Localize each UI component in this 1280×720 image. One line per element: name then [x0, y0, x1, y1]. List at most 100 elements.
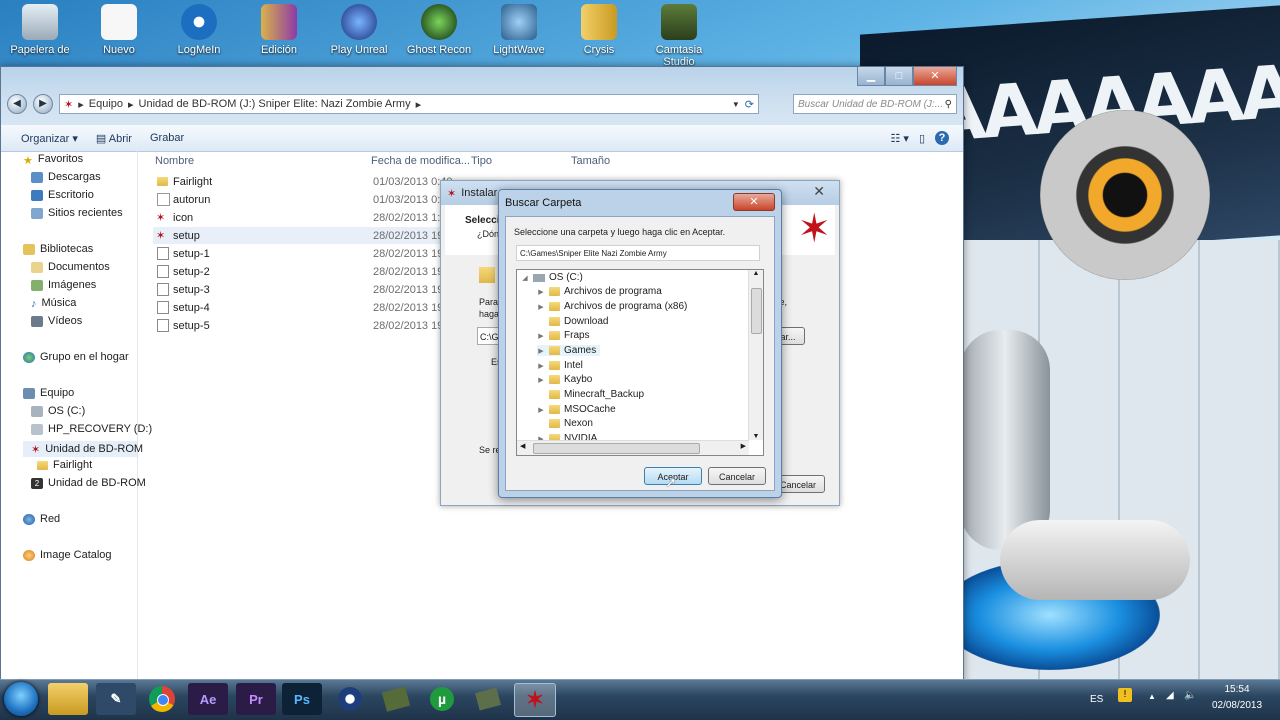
- preview-pane-icon[interactable]: ▯: [919, 132, 925, 145]
- nav-image-catalog[interactable]: Image Catalog: [23, 549, 112, 561]
- scroll-right-icon[interactable]: ▶: [741, 442, 746, 450]
- dialog-close-button[interactable]: ✕: [733, 193, 775, 211]
- nav-bdrom-selected[interactable]: ✶ Unidad de BD-ROM: [23, 441, 143, 457]
- search-box[interactable]: Buscar Unidad de BD-ROM (J:... ⚲: [793, 94, 957, 114]
- search-input[interactable]: Buscar Unidad de BD-ROM (J:...: [798, 99, 943, 110]
- taskbar-installer-active[interactable]: ✶: [514, 683, 556, 717]
- taskbar-photoshop[interactable]: Ps: [282, 683, 322, 715]
- file-row[interactable]: setup-2 28/02/2013 19:1: [153, 263, 465, 280]
- nav-network[interactable]: Red: [23, 513, 60, 525]
- taskbar-cinema4d[interactable]: [330, 683, 370, 715]
- tree-node-folder[interactable]: ▶ Archivos de programa: [537, 286, 662, 297]
- back-button[interactable]: ◀: [7, 94, 27, 114]
- file-row[interactable]: autorun 01/03/2013 0:45: [153, 191, 465, 208]
- file-row[interactable]: setup-1 28/02/2013 19:1: [153, 245, 465, 262]
- close-button[interactable]: ✕: [913, 67, 957, 86]
- nav-documents[interactable]: Documentos: [31, 261, 110, 273]
- file-row[interactable]: setup-4 28/02/2013 19:1: [153, 299, 465, 316]
- nav-drive-c[interactable]: OS (C:): [31, 405, 85, 417]
- help-icon[interactable]: ?: [935, 131, 949, 145]
- selected-path-field[interactable]: C:\Games\Sniper Elite Nazi Zombie Army: [516, 245, 760, 261]
- clock-date[interactable]: 02/08/2013: [1208, 700, 1266, 711]
- nav-desktop[interactable]: Escritorio: [31, 189, 94, 201]
- warning-icon[interactable]: !: [1118, 688, 1132, 702]
- taskbar-notepad[interactable]: ✎: [96, 683, 136, 715]
- nav-videos[interactable]: Vídeos: [31, 315, 82, 327]
- address-bar[interactable]: ✶ ▸ Equipo ▸ Unidad de BD-ROM (J:) Snipe…: [59, 94, 759, 114]
- maximize-button[interactable]: □: [885, 67, 913, 86]
- nav-fairlight[interactable]: Fairlight: [37, 459, 92, 471]
- start-button[interactable]: [4, 682, 38, 716]
- scroll-thumb[interactable]: [751, 288, 762, 334]
- desktop-icon-nuevo[interactable]: Nuevo: [80, 2, 158, 56]
- file-row[interactable]: ✶ icon 28/02/2013 1:51: [153, 209, 465, 226]
- desktop-icon-edicion[interactable]: Edición: [240, 2, 318, 56]
- nav-libraries[interactable]: Bibliotecas: [23, 243, 93, 255]
- nav-homegroup[interactable]: Grupo en el hogar: [23, 351, 129, 363]
- clock-time[interactable]: 15:54: [1212, 684, 1262, 695]
- tree-node-folder[interactable]: Download: [537, 316, 608, 327]
- tree-node-folder[interactable]: ▶ MSOCache: [537, 404, 615, 415]
- taskbar-after-effects[interactable]: Ae: [188, 683, 228, 715]
- desktop-icon-play-unreal[interactable]: Play Unreal: [320, 2, 398, 56]
- desktop-icon-camtasia[interactable]: Camtasia Studio: [640, 2, 718, 68]
- column-header-type[interactable]: Tipo: [471, 155, 492, 167]
- volume-icon[interactable]: 🔈: [1184, 690, 1196, 701]
- nav-downloads[interactable]: Descargas: [31, 171, 101, 183]
- desktop-icon-ghost-recon[interactable]: Ghost Recon: [400, 2, 478, 56]
- desktop-icon-crysis[interactable]: Crysis: [560, 2, 638, 56]
- refresh-icon[interactable]: ⟳: [745, 98, 754, 111]
- network-tray-icon[interactable]: ◢: [1166, 690, 1174, 701]
- nav-favorites[interactable]: ★ Favoritos: [23, 153, 83, 167]
- breadcrumb-computer[interactable]: Equipo: [89, 98, 123, 110]
- nav-computer[interactable]: Equipo: [23, 387, 74, 399]
- scroll-down-icon[interactable]: ▼: [749, 433, 763, 440]
- tree-node-folder[interactable]: ▶ Archivos de programa (x86): [537, 301, 687, 312]
- forward-button[interactable]: ▶: [33, 94, 53, 114]
- minimize-button[interactable]: ▁: [857, 67, 885, 86]
- organize-button[interactable]: Organizar ▾: [21, 132, 78, 145]
- taskbar-app[interactable]: [468, 683, 508, 715]
- address-dropdown-icon[interactable]: ▼: [732, 100, 740, 109]
- tree-node-folder[interactable]: ▶ Fraps: [537, 330, 589, 341]
- cancel-button[interactable]: Cancelar: [708, 467, 766, 485]
- file-row-selected[interactable]: ✶ setup 28/02/2013 19:1: [153, 227, 465, 244]
- tree-node-games-selected[interactable]: ▶ Games: [537, 345, 601, 356]
- breadcrumb-drive[interactable]: Unidad de BD-ROM (J:) Sniper Elite: Nazi…: [139, 98, 411, 110]
- show-hidden-icons-icon[interactable]: ▲: [1148, 692, 1156, 701]
- taskbar-chrome[interactable]: [142, 683, 182, 715]
- scroll-thumb[interactable]: [533, 443, 700, 454]
- column-header-size[interactable]: Tamaño: [571, 155, 610, 167]
- burn-button[interactable]: Grabar: [150, 132, 184, 144]
- nav-recent[interactable]: Sitios recientes: [31, 207, 123, 219]
- column-header-name[interactable]: Nombre: [155, 155, 194, 167]
- tree-node-folder[interactable]: ▶ Kaybo: [537, 374, 592, 385]
- file-row[interactable]: setup-5 28/02/2013 19:1: [153, 317, 465, 334]
- taskbar-camtasia[interactable]: [376, 683, 416, 715]
- file-row[interactable]: setup-3 28/02/2013 19:1: [153, 281, 465, 298]
- taskbar-utorrent[interactable]: µ: [422, 683, 462, 715]
- tree-node-os[interactable]: ◢ OS (C:): [521, 272, 583, 283]
- tree-node-folder[interactable]: Minecraft_Backup: [537, 389, 644, 400]
- scroll-up-icon[interactable]: ▲: [749, 270, 763, 277]
- file-row[interactable]: Fairlight 01/03/2013 0:40: [153, 173, 465, 190]
- language-indicator[interactable]: ES: [1090, 694, 1103, 705]
- desktop-icon-logmein[interactable]: LogMeIn: [160, 2, 238, 56]
- view-options-icon[interactable]: ☷ ▾: [890, 132, 908, 145]
- taskbar-explorer[interactable]: [48, 683, 88, 715]
- scroll-left-icon[interactable]: ◀: [520, 442, 525, 450]
- nav-music[interactable]: ♪ Música: [31, 297, 76, 310]
- desktop-icon-recycle-bin[interactable]: Papelera de: [1, 2, 79, 56]
- tree-node-folder[interactable]: Nexon: [537, 418, 593, 429]
- desktop-icon-lightwave[interactable]: LightWave: [480, 2, 558, 56]
- tree-node-folder[interactable]: ▶ Intel: [537, 360, 583, 371]
- tree-vertical-scrollbar[interactable]: ▲ ▼: [748, 270, 763, 440]
- column-header-date[interactable]: Fecha de modifica...: [371, 155, 470, 167]
- nav-images[interactable]: Imágenes: [31, 279, 96, 291]
- tree-horizontal-scrollbar[interactable]: ◀ ▶: [517, 440, 749, 455]
- taskbar-premiere[interactable]: Pr: [236, 683, 276, 715]
- open-button[interactable]: ▤ Abrir: [96, 132, 132, 145]
- installer-close-icon[interactable]: ✕: [813, 183, 825, 200]
- nav-bdrom-2[interactable]: 2 Unidad de BD-ROM: [31, 477, 146, 489]
- nav-drive-d[interactable]: HP_RECOVERY (D:): [31, 423, 152, 435]
